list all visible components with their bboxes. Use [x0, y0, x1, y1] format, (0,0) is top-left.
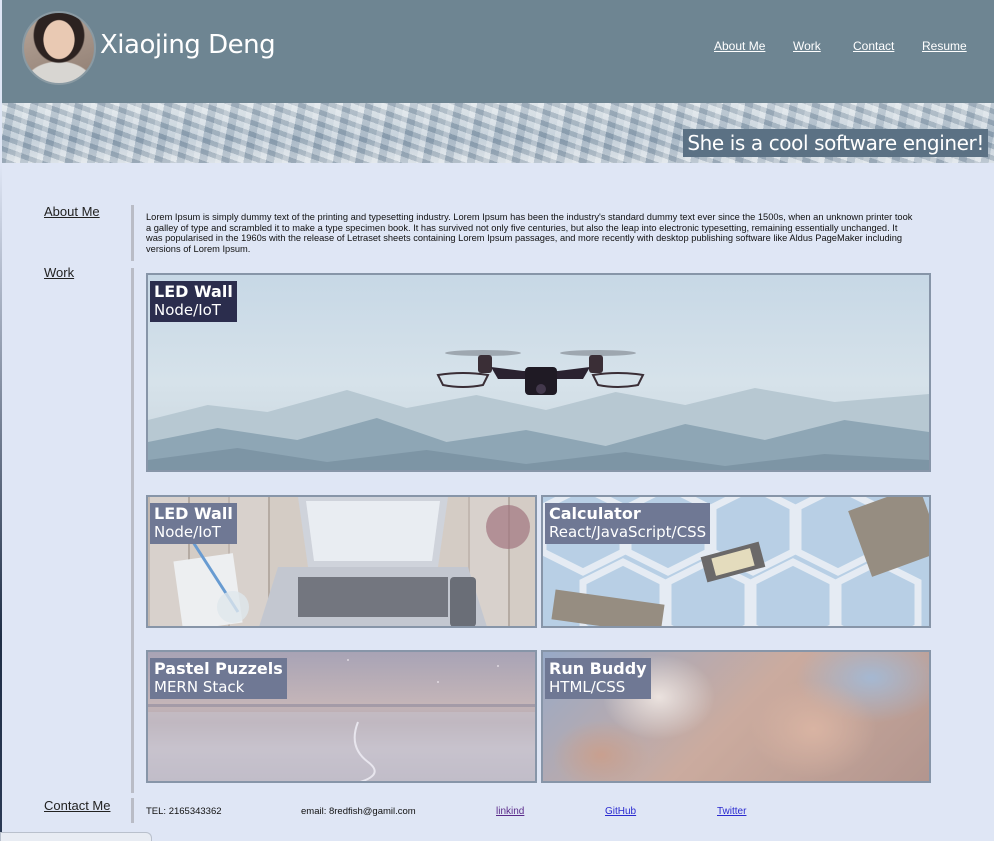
site-header: Xiaojing Deng About Me Work Contact Resu…	[2, 0, 994, 103]
nav-about-me[interactable]: About Me	[714, 39, 765, 53]
project-card-calculator[interactable]: Calculator React/JavaScript/CSS	[541, 495, 931, 628]
nav-work[interactable]: Work	[793, 39, 821, 53]
project-stack: Node/IoT	[154, 301, 221, 319]
project-stack: MERN Stack	[154, 678, 245, 696]
github-link[interactable]: GitHub	[605, 806, 636, 817]
project-title: Calculator	[549, 504, 641, 523]
contact-phone: TEL: 2165343362	[146, 806, 222, 817]
project-stack: HTML/CSS	[549, 678, 626, 696]
project-label: Pastel Puzzels MERN Stack	[150, 658, 287, 699]
about-me-heading[interactable]: About Me	[44, 204, 100, 219]
project-title: LED Wall	[154, 504, 233, 523]
linkedin-link[interactable]: linkind	[496, 806, 524, 817]
about-paragraph: Lorem Ipsum is simply dummy text of the …	[146, 212, 913, 254]
project-card-run-buddy[interactable]: Run Buddy HTML/CSS	[541, 650, 931, 783]
project-card-led-wall[interactable]: LED Wall Node/IoT	[146, 495, 537, 628]
project-stack: Node/IoT	[154, 523, 221, 541]
project-label: Run Buddy HTML/CSS	[545, 658, 651, 699]
project-label: Calculator React/JavaScript/CSS	[545, 503, 711, 544]
project-label: LED Wall Node/IoT	[150, 281, 237, 322]
contact-me-heading[interactable]: Contact Me	[44, 798, 110, 813]
project-label: LED Wall Node/IoT	[150, 503, 237, 544]
browser-status-bar	[0, 832, 152, 841]
project-card-pastel-puzzels[interactable]: Pastel Puzzels MERN Stack	[146, 650, 537, 783]
nav-contact[interactable]: Contact	[853, 39, 894, 53]
work-divider	[131, 268, 134, 793]
window-edge	[0, 163, 2, 841]
hero-tagline: She is a cool software enginer!	[683, 129, 988, 157]
project-title: Pastel Puzzels	[154, 659, 283, 678]
work-heading[interactable]: Work	[44, 265, 74, 280]
avatar	[22, 11, 96, 85]
about-divider	[131, 205, 134, 261]
project-card-featured[interactable]: LED Wall Node/IoT	[146, 273, 931, 472]
contact-email: email: 8redfish@gamil.com	[301, 806, 416, 817]
hero-banner: She is a cool software enginer!	[2, 103, 994, 163]
contact-divider	[131, 798, 134, 823]
project-title: Run Buddy	[549, 659, 647, 678]
nav-resume[interactable]: Resume	[922, 39, 967, 53]
project-stack: React/JavaScript/CSS	[549, 523, 707, 541]
site-title: Xiaojing Deng	[100, 30, 276, 60]
drone-graphic	[436, 350, 645, 395]
project-image	[148, 275, 929, 470]
twitter-link[interactable]: Twitter	[717, 806, 746, 817]
project-title: LED Wall	[154, 282, 233, 301]
